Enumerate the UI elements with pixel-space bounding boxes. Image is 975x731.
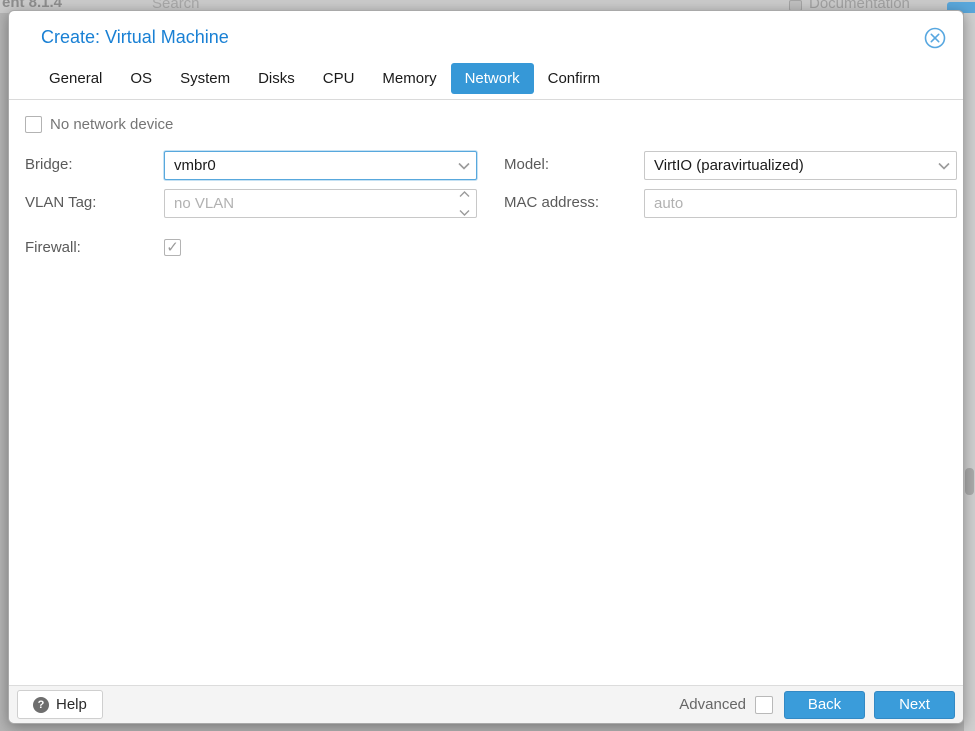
no-network-device-checkbox[interactable]	[25, 116, 42, 133]
model-input[interactable]	[644, 151, 957, 180]
vlan-tag-spinner	[164, 189, 477, 218]
tab-cpu[interactable]: CPU	[309, 63, 369, 94]
vlan-tag-label: VLAN Tag:	[25, 194, 97, 211]
dialog-footer: ? Help Advanced Back Next	[9, 685, 963, 723]
tab-network[interactable]: Network	[450, 63, 534, 94]
background-right-edge	[964, 13, 975, 731]
mac-address-field	[644, 189, 957, 218]
tab-system[interactable]: System	[166, 63, 244, 94]
spinner-up-down-icon[interactable]	[459, 191, 470, 216]
close-icon[interactable]	[923, 26, 947, 50]
tab-os[interactable]: OS	[116, 63, 166, 94]
mac-address-input[interactable]	[644, 189, 957, 218]
chevron-down-icon[interactable]	[938, 151, 950, 180]
model-combo	[644, 151, 957, 180]
wizard-tabbar: General OS System Disks CPU Memory Netwo…	[9, 58, 963, 100]
model-label: Model:	[504, 156, 550, 173]
back-button[interactable]: Back	[784, 690, 865, 719]
create-vm-dialog: Create: Virtual Machine General OS Syste…	[8, 10, 964, 724]
tab-disks[interactable]: Disks	[244, 63, 309, 94]
advanced-label: Advanced	[679, 696, 746, 713]
vlan-tag-input[interactable]	[164, 189, 477, 218]
background-scrollbar-thumb[interactable]	[965, 468, 974, 495]
question-mark-icon: ?	[33, 696, 49, 713]
firewall-row: Firewall:	[25, 239, 181, 256]
tab-memory[interactable]: Memory	[368, 63, 450, 94]
help-button-label: Help	[56, 696, 87, 713]
help-button[interactable]: ? Help	[17, 690, 103, 719]
tab-general[interactable]: General	[35, 63, 116, 94]
dialog-title: Create: Virtual Machine	[41, 27, 229, 47]
advanced-checkbox[interactable]	[755, 695, 773, 714]
firewall-label: Firewall:	[25, 239, 81, 256]
firewall-checkbox[interactable]	[164, 239, 181, 256]
bridge-label: Bridge:	[25, 156, 73, 173]
bridge-combo	[164, 151, 477, 180]
bridge-input[interactable]	[164, 151, 477, 180]
no-network-device-row: No network device	[25, 116, 173, 133]
mac-address-label: MAC address:	[504, 194, 600, 211]
no-network-device-label: No network device	[50, 116, 174, 133]
tab-confirm[interactable]: Confirm	[534, 63, 615, 94]
next-button[interactable]: Next	[874, 690, 955, 719]
chevron-down-icon[interactable]	[458, 151, 470, 180]
